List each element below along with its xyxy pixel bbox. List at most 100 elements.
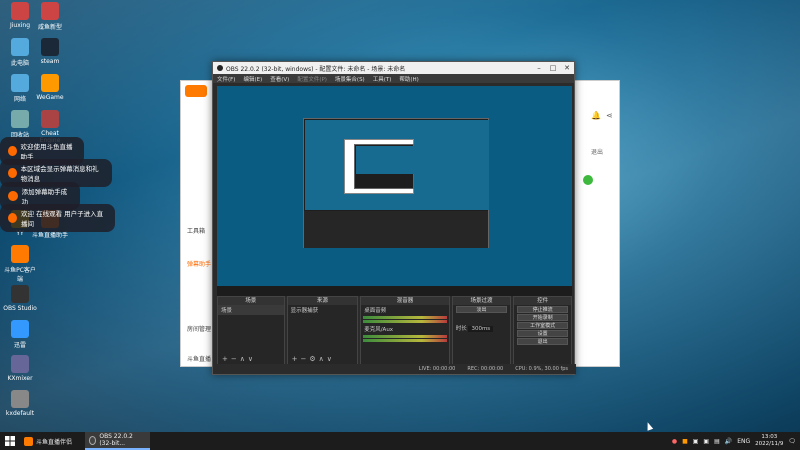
duration-input[interactable]: 300ms (468, 326, 494, 332)
douyu-icon (8, 168, 17, 178)
desktop-icon[interactable]: WeGame (32, 74, 68, 101)
desktop-icon-label: WeGame (36, 94, 64, 101)
windows-icon (5, 436, 15, 446)
clock[interactable]: 13:03 2022/11/9 (755, 434, 783, 448)
start-button[interactable] (0, 432, 20, 450)
mixer-channel-mic: 麦克风/Aux (364, 327, 394, 333)
duration-label: 时长 (455, 326, 467, 332)
preview-canvas[interactable] (217, 86, 572, 296)
volume-icon[interactable]: 🔊 (725, 438, 732, 445)
source-toolbar[interactable]: +−⚙∧∨ (292, 355, 335, 363)
menu-scene-collection[interactable]: 场景集合(S) (335, 75, 365, 83)
maximize-button[interactable]: □ (546, 62, 560, 74)
obs-menubar: 文件(F) 编辑(E) 查看(V) 配置文件(P) 场景集合(S) 工具(T) … (213, 74, 574, 83)
notification-icon[interactable]: 🗨 (788, 438, 796, 445)
scene-toolbar[interactable]: +−∧∨ (222, 355, 256, 363)
desktop-icon[interactable]: steam (32, 38, 68, 65)
steam-icon (41, 38, 59, 56)
kx-icon (11, 390, 29, 408)
task-douyu[interactable]: 斗鱼直播伴侣 (20, 432, 85, 450)
menu-file[interactable]: 文件(F) (217, 75, 235, 83)
desktop-icon[interactable]: 斗鱼PC客户端 (2, 245, 38, 283)
desktop-icon[interactable]: OBS Studio (2, 285, 38, 312)
cpu-stat: CPU: 0.9%, 30.00 fps (515, 366, 568, 372)
obs-window[interactable]: OBS 22.0.2 (32-bit, windows) - 配置文件: 未命名… (212, 61, 576, 375)
obs-icon (217, 65, 223, 71)
menu-profile[interactable]: 配置文件(P) (297, 75, 327, 83)
source-item[interactable]: 显示器捕获 (288, 305, 358, 315)
controls-header: 控件 (514, 297, 571, 305)
exit-button[interactable]: 退出 (591, 147, 603, 156)
network-icon (11, 74, 29, 92)
audio-meter (363, 320, 447, 323)
obs-icon (89, 435, 97, 445)
desktop-icon-label: 迅雷 (13, 342, 26, 349)
controls-dock: 控件 停止推流 开始录制 工作室模式 设置 退出 (513, 296, 572, 366)
douyu-icon (8, 146, 17, 156)
desktop-icon-label: OBS Studio (3, 305, 37, 312)
task-obs[interactable]: OBS 22.0.2 (32-bit... (85, 432, 150, 450)
desktop-icon-label: 咸鱼新型 (37, 24, 62, 31)
cheat-engine-icon (41, 110, 59, 128)
bell-icon[interactable]: 🔔 (591, 111, 601, 120)
start-recording-button[interactable]: 开始录制 (517, 314, 568, 321)
desktop-icon[interactable]: kxdefault (2, 390, 38, 417)
recycle-bin-icon (11, 110, 29, 128)
app-icon (41, 2, 59, 20)
nested-preview-1 (303, 118, 489, 248)
exit-button[interactable]: 退出 (517, 338, 568, 345)
obs-titlebar[interactable]: OBS 22.0.2 (32-bit, windows) - 配置文件: 未命名… (213, 62, 574, 74)
computer-icon (11, 38, 29, 56)
settings-button[interactable]: 设置 (517, 330, 568, 337)
tray-icon[interactable]: ▣ (703, 438, 709, 445)
tray-icon[interactable]: ● (672, 438, 677, 445)
desktop-icon-label: kxdefault (5, 410, 35, 417)
sidebar-item-danmu[interactable]: 弹幕助手 (187, 259, 211, 268)
douyu-icon (24, 436, 33, 446)
desktop-icon-label: KXmixer (7, 375, 33, 382)
rec-time: REC: 00:00:00 (467, 366, 504, 372)
menu-help[interactable]: 帮助(H) (399, 75, 418, 83)
audio-meter (363, 316, 447, 319)
xunlei-icon (11, 320, 29, 338)
douyu-logo (185, 85, 207, 97)
window-title: OBS 22.0.2 (32-bit, windows) - 配置文件: 未命名… (226, 65, 406, 73)
scenes-dock: 场景 场景 +−∧∨ (217, 296, 285, 366)
sidebar-item-room[interactable]: 房间管理 (187, 324, 211, 333)
sources-header: 来源 (287, 297, 358, 305)
share-icon[interactable]: ⋖ (606, 111, 613, 120)
douyu-icon (8, 191, 18, 201)
transitions-header: 场景过渡 (452, 297, 511, 305)
obs-main: 场景 场景 +−∧∨ 来源 显示器捕获 +−⚙∧∨ 混音器 桌面音频 麦克风/A… (217, 86, 572, 366)
mixer-icon (11, 355, 29, 373)
sidebar-item-toolbox[interactable]: 工具箱 (187, 226, 205, 235)
live-time: LIVE: 00:00:00 (418, 366, 456, 372)
app-icon (11, 2, 29, 20)
sidebar-item-live[interactable]: 斗鱼直播 (187, 354, 211, 363)
tray-icon[interactable]: ▣ (693, 438, 699, 445)
tray-icon[interactable]: ■ (682, 438, 688, 445)
language-indicator[interactable]: ENG (737, 438, 750, 445)
desktop-icon[interactable]: 咸鱼新型 (32, 2, 68, 31)
menu-tools[interactable]: 工具(T) (373, 75, 392, 83)
scene-item[interactable]: 场景 (218, 305, 284, 315)
network-icon[interactable]: ▤ (714, 438, 720, 445)
toast-4: 欢迎 在线观看 用户子进入直播间 (0, 204, 115, 232)
menu-view[interactable]: 查看(V) (270, 75, 289, 83)
desktop-icon[interactable]: KXmixer (2, 355, 38, 382)
obs-statusbar: LIVE: 00:00:00 REC: 00:00:00 CPU: 0.9%, … (213, 364, 576, 374)
stop-streaming-button[interactable]: 停止推流 (517, 306, 568, 313)
close-button[interactable]: ✕ (560, 62, 574, 74)
transition-select[interactable]: 淡出 (455, 306, 508, 313)
desktop-icon-label: 斗鱼PC客户端 (4, 267, 36, 283)
mixer-header: 混音器 (361, 297, 449, 305)
douyu-icon (8, 213, 18, 223)
studio-mode-button[interactable]: 工作室模式 (517, 322, 568, 329)
desktop-icon[interactable]: 迅雷 (2, 320, 38, 349)
audio-meter (363, 335, 447, 338)
minimize-button[interactable]: – (532, 62, 546, 74)
mixer-channel-desktop: 桌面音频 (364, 308, 387, 314)
menu-edit[interactable]: 编辑(E) (243, 75, 262, 83)
transitions-dock: 场景过渡 淡出 时长 300ms (451, 296, 512, 366)
wegame-icon (41, 74, 59, 92)
